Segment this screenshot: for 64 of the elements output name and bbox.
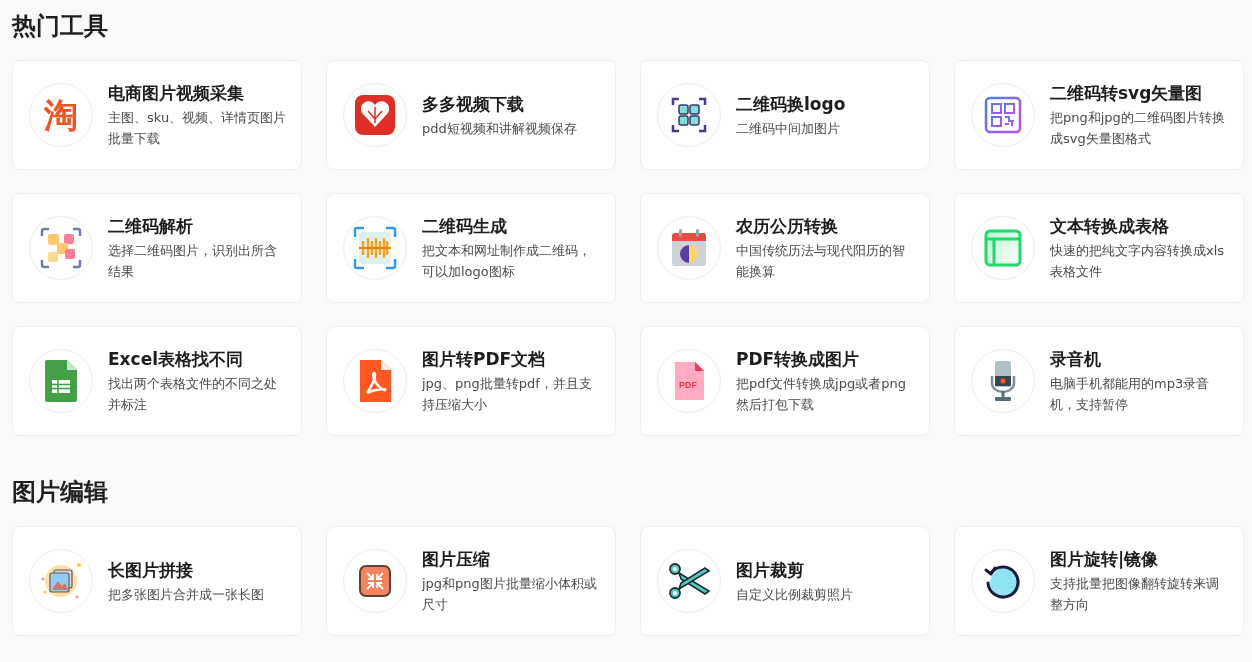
- tool-name: 农历公历转换: [736, 215, 839, 238]
- scissors-icon: [667, 561, 711, 601]
- tool-name: 图片旋转|镜像: [1050, 548, 1160, 571]
- tool-card[interactable]: 农历公历转换 中国传统历法与现代阳历的智能换算: [640, 193, 930, 303]
- tool-name: 文本转换成表格: [1050, 215, 1170, 238]
- tool-card[interactable]: 图片裁剪 自定义比例裁剪照片: [640, 526, 930, 636]
- tool-card[interactable]: 图片旋转|镜像 支持批量把图像翻转旋转来调整方向: [954, 526, 1244, 636]
- section-title: 图片编辑: [12, 477, 109, 508]
- qr-frame-icon: [671, 97, 707, 133]
- calendar-moon-icon: [670, 228, 708, 268]
- tool-name: 电商图片视频采集: [108, 82, 245, 105]
- compress-icon: [358, 564, 392, 598]
- tool-name: 二维码转svg矢量图: [1050, 82, 1204, 105]
- tool-description: 自定义比例裁剪照片: [736, 585, 853, 604]
- tool-description: 把pdf文件转换成jpg或者png然后打包下载: [736, 375, 907, 414]
- heart-logo-icon: [353, 93, 397, 137]
- tool-name: 二维码换logo: [736, 92, 846, 116]
- tool-card[interactable]: 图片转PDF文档 jpg、png批量转pdf，并且支持压缩大小: [326, 326, 616, 436]
- tool-card[interactable]: 图片压缩 jpg和png图片批量缩小体积或尺寸: [326, 526, 616, 636]
- tool-description: 支持批量把图像翻转旋转来调整方向: [1050, 575, 1220, 614]
- tool-name: 图片裁剪: [736, 558, 805, 582]
- tool-description: 把png和jpg的二维码图片转换成svg矢量图格式: [1050, 109, 1226, 148]
- tool-description: 二维码中间加图片: [736, 119, 841, 138]
- tool-name: 录音机: [1050, 348, 1102, 371]
- tool-card[interactable]: 淘 电商图片视频采集 主图、sku、视频、详情页图片批量下载: [12, 60, 302, 170]
- microphone-icon: [990, 360, 1016, 402]
- tool-description: 中国传统历法与现代阳历的智能换算: [736, 242, 906, 281]
- qr-scan-icon: [40, 227, 82, 269]
- tool-card[interactable]: PDF PDF转换成图片 把pdf文件转换成jpg或者png然后打包下载: [640, 326, 930, 436]
- tool-name: 二维码解析: [108, 215, 194, 238]
- tool-description: 把多张图片合并成一张长图: [108, 585, 264, 604]
- tool-card[interactable]: 长图片拼接 把多张图片合并成一张长图: [12, 526, 302, 636]
- tool-card[interactable]: Excel表格找不同 找出两个表格文件的不同之处并标注: [12, 326, 302, 436]
- tool-name: 图片压缩: [422, 548, 491, 571]
- tool-name: 图片转PDF文档: [422, 348, 547, 371]
- tool-description: 选择二维码图片，识别出所含结果: [108, 242, 278, 281]
- taobao-logo-icon: 淘: [44, 95, 78, 135]
- tool-description: pdd短视频和讲解视频保存: [422, 119, 577, 138]
- pdf-file-icon: [358, 359, 392, 403]
- tool-card[interactable]: 二维码转svg矢量图 把png和jpg的二维码图片转换成svg矢量图格式: [954, 60, 1244, 170]
- tool-description: 电脑手机都能用的mp3录音机，支持暂停: [1050, 375, 1211, 414]
- spreadsheet-icon: [44, 359, 78, 403]
- tool-description: 快速的把纯文字内容转换成xls表格文件: [1050, 242, 1226, 281]
- tool-card[interactable]: 多多视频下载 pdd短视频和讲解视频保存: [326, 60, 616, 170]
- tool-name: Excel表格找不同: [108, 348, 244, 371]
- tool-description: jpg和png图片批量缩小体积或尺寸: [422, 575, 598, 614]
- tool-name: 多多视频下载: [422, 92, 525, 116]
- tool-name: PDF转换成图片: [736, 348, 861, 371]
- tool-description: jpg、png批量转pdf，并且支持压缩大小: [422, 375, 593, 414]
- tool-description: 把文本和网址制作成二维码，可以加logo图标: [422, 242, 592, 281]
- tool-card[interactable]: 文本转换成表格 快速的把纯文字内容转换成xls表格文件: [954, 193, 1244, 303]
- table-icon: [984, 229, 1022, 267]
- tool-card[interactable]: 录音机 电脑手机都能用的mp3录音机，支持暂停: [954, 326, 1244, 436]
- section-title: 热门工具: [12, 11, 109, 42]
- qr-code-icon: [984, 96, 1022, 134]
- tool-card[interactable]: 二维码换logo 二维码中间加图片: [640, 60, 930, 170]
- tool-name: 长图片拼接: [108, 558, 194, 582]
- barcode-scan-icon: [353, 226, 397, 270]
- tool-name: 二维码生成: [422, 215, 508, 238]
- pdf-file-icon: PDF: [673, 361, 705, 401]
- tool-card[interactable]: 二维码解析 选择二维码图片，识别出所含结果: [12, 193, 302, 303]
- tool-card[interactable]: 二维码生成 把文本和网址制作成二维码，可以加logo图标: [326, 193, 616, 303]
- tool-description: 主图、sku、视频、详情页图片批量下载: [108, 109, 288, 148]
- tool-description: 找出两个表格文件的不同之处并标注: [108, 375, 278, 414]
